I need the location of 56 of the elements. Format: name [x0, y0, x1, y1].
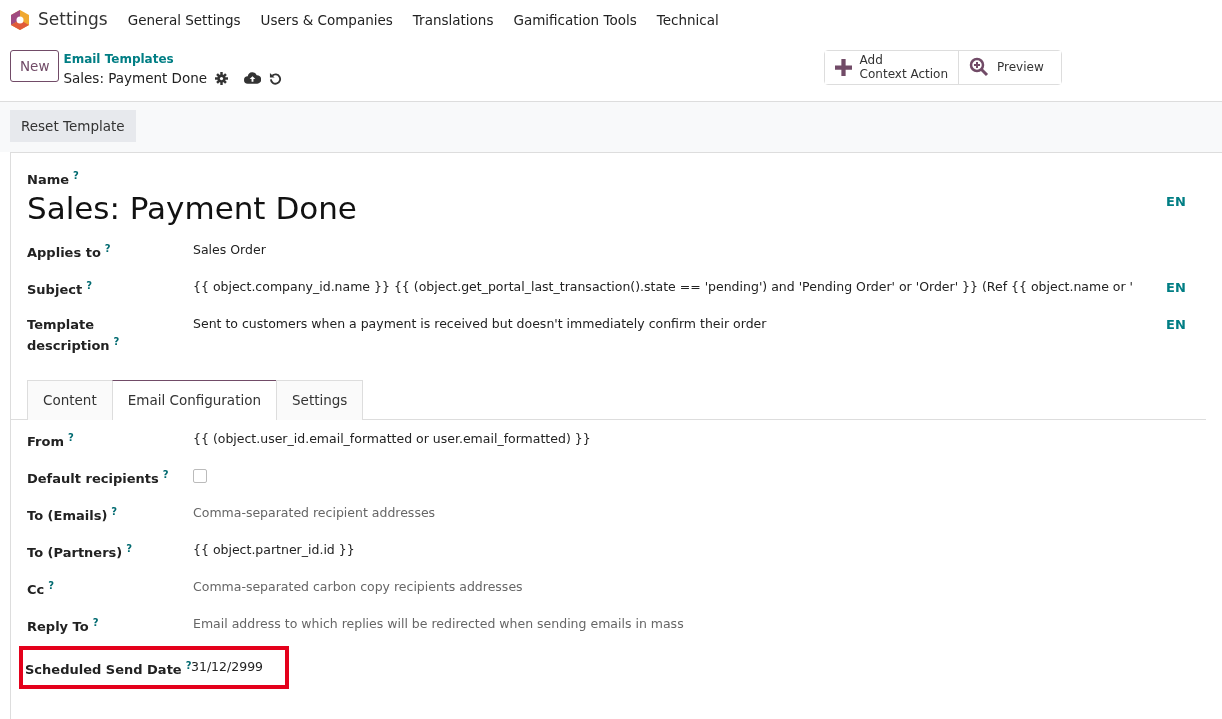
field-label: Scheduled Send Date: [25, 661, 182, 677]
help-icon[interactable]: ?: [73, 170, 79, 181]
field-value[interactable]: {{ object.partner_id.id }}: [193, 540, 355, 560]
help-icon[interactable]: ?: [113, 336, 120, 348]
help-icon[interactable]: ?: [86, 279, 92, 291]
field-label: Applies to: [27, 244, 101, 260]
help-icon[interactable]: ?: [185, 659, 192, 671]
language-button[interactable]: EN: [1166, 314, 1206, 335]
plus-icon: [834, 58, 852, 76]
cloud-upload-icon[interactable]: [244, 71, 262, 85]
tab[interactable]: Settings: [276, 379, 364, 420]
tab[interactable]: Email Configuration: [111, 379, 277, 420]
record-name: Sales: Payment Done: [63, 69, 208, 88]
field-value: {{ object.company_id.name }} {{ (object.get_portal_last_transaction().state == 'pending') and 'Pending Order' or 'Order' }} (Ref {{ object.name or ': [193, 277, 1134, 296]
field-value[interactable]: 31/12/2999: [191, 657, 264, 680]
action-button[interactable]: Preview: [958, 51, 1061, 84]
input-field[interactable]: Email address to which replies will be redirected when sending emails in mass: [193, 614, 684, 634]
field-value[interactable]: {{ (object.user_id.email_formatted or user.email_formatted) }}: [193, 429, 591, 449]
input-field[interactable]: Comma-separated carbon copy recipients addresses: [193, 577, 523, 597]
menu-item[interactable]: Users & Companies: [250, 9, 403, 31]
field-label: To (Emails): [27, 507, 108, 523]
help-icon[interactable]: ?: [92, 616, 99, 628]
language-button[interactable]: EN: [1166, 192, 1206, 227]
field-label: To (Partners): [27, 544, 123, 560]
input-field[interactable]: Comma-separated recipient addresses: [193, 503, 436, 523]
new-button[interactable]: New: [10, 50, 60, 83]
field-label: Template description: [27, 316, 110, 354]
field-label: Reply To: [27, 618, 89, 634]
gear-icon[interactable]: [215, 71, 229, 85]
help-icon[interactable]: ?: [48, 579, 55, 591]
zoom-in-icon: [969, 57, 989, 78]
reset-template-button[interactable]: Reset Template: [10, 110, 136, 143]
menu-item[interactable]: Technical: [646, 9, 729, 31]
help-icon[interactable]: ?: [126, 542, 133, 554]
language-button[interactable]: EN: [1166, 277, 1206, 298]
field-label: Default recipients: [27, 470, 159, 486]
menu-item[interactable]: Translations: [402, 9, 504, 31]
field-label: From: [27, 433, 64, 449]
checkbox[interactable]: [193, 468, 207, 483]
field-label: Cc: [27, 581, 45, 597]
app-logo-icon[interactable]: [10, 9, 30, 31]
field-value: Sales Order: [193, 240, 266, 259]
record-title: Sales: Payment Done: [27, 189, 357, 227]
menu-item[interactable]: General Settings: [117, 9, 251, 31]
field-value: Sent to customers when a payment is received but doesn't immediately confirm their order: [193, 314, 767, 333]
help-icon[interactable]: ?: [67, 431, 74, 443]
tab[interactable]: Content: [27, 379, 113, 420]
help-icon[interactable]: ?: [111, 505, 118, 517]
field-label: Name: [27, 172, 69, 187]
help-icon[interactable]: ?: [162, 468, 169, 480]
app-title[interactable]: Settings: [38, 7, 108, 33]
breadcrumb-link[interactable]: Email Templates: [63, 50, 283, 68]
help-icon[interactable]: ?: [104, 242, 111, 254]
menu-item[interactable]: Gamification Tools: [503, 9, 647, 31]
field-label: Subject: [27, 281, 83, 297]
undo-icon[interactable]: [269, 71, 283, 85]
